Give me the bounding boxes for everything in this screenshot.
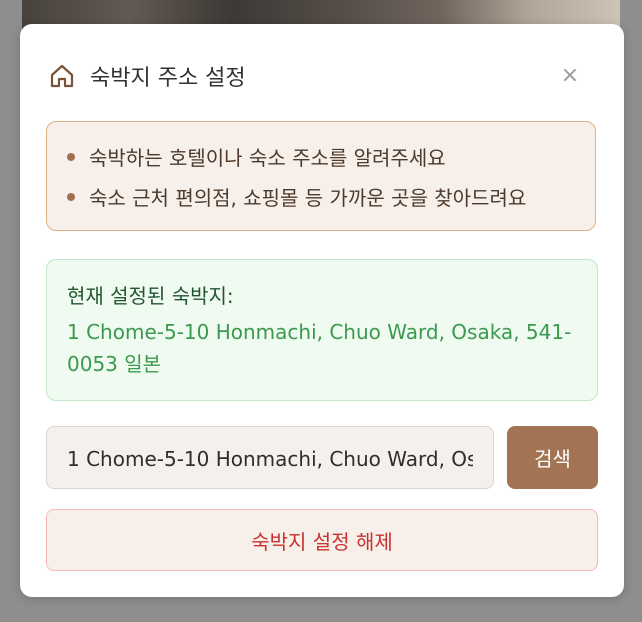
current-accommodation-box: 현재 설정된 숙박지: 1 Chome-5-10 Honmachi, Chuo … — [46, 259, 598, 401]
close-icon[interactable]: × — [561, 63, 579, 88]
tip-item: 숙소 근처 편의점, 쇼핑몰 등 가까운 곳을 찾아드려요 — [67, 182, 526, 211]
tip-text: 숙소 근처 편의점, 쇼핑몰 등 가까운 곳을 찾아드려요 — [89, 186, 527, 210]
tip-text: 숙박하는 호텔이나 숙소 주소를 알려주세요 — [89, 146, 446, 170]
modal-header: 숙박지 주소 설정 — [48, 60, 246, 92]
clear-accommodation-button[interactable]: 숙박지 설정 해제 — [46, 509, 598, 571]
home-icon — [50, 64, 74, 88]
current-accommodation-address: 1 Chome-5-10 Honmachi, Chuo Ward, Osaka,… — [67, 320, 572, 376]
bullet-icon — [67, 192, 75, 201]
close-button[interactable]: × — [558, 64, 582, 88]
search-button[interactable]: 검색 — [507, 426, 598, 489]
tip-item: 숙박하는 호텔이나 숙소 주소를 알려주세요 — [67, 142, 446, 171]
address-search-input[interactable] — [46, 426, 494, 489]
bullet-icon — [67, 152, 75, 161]
modal-title: 숙박지 주소 설정 — [90, 66, 246, 91]
accommodation-modal: 숙박지 주소 설정 × 숙박하는 호텔이나 숙소 주소를 알려주세요 숙소 근처… — [20, 24, 624, 597]
current-accommodation-label: 현재 설정된 숙박지: — [67, 284, 234, 308]
tips-box: 숙박하는 호텔이나 숙소 주소를 알려주세요 숙소 근처 편의점, 쇼핑몰 등 … — [46, 121, 596, 231]
